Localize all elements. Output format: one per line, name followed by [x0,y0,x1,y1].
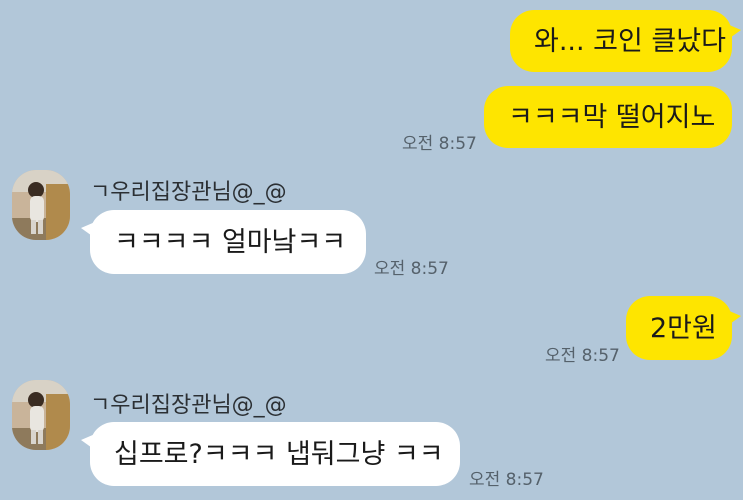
sender-avatar[interactable] [12,380,70,450]
their-message-bubble[interactable]: ㅋㅋㅋㅋ 얼마낰ㅋㅋ [81,210,366,274]
my-message-bubble[interactable]: 와... 코인 클났다 [510,10,741,72]
message-timestamp: 오전 8:57 [402,134,477,154]
profile-photo-icon [12,170,70,240]
profile-photo-icon [12,380,70,450]
sender-name: ㄱ우리집장관님@_@ [90,393,287,418]
message-timestamp: 오전 8:57 [469,470,544,490]
chat-room[interactable]: 와... 코인 클났다 ㅋㅋㅋ막 떨어지노 오전 8:57 ㄱ우리집장관님@_@… [0,0,743,500]
message-timestamp: 오전 8:57 [374,259,449,279]
sender-name: ㄱ우리집장관님@_@ [90,180,287,205]
sender-avatar[interactable] [12,170,70,240]
my-message-bubble[interactable]: 2만원 [626,296,741,360]
message-timestamp: 오전 8:57 [545,346,620,366]
their-message-bubble[interactable]: 십프로?ㅋㅋㅋ 냅둬그냥 ㅋㅋ [81,422,460,486]
my-message-bubble[interactable]: ㅋㅋㅋ막 떨어지노 [484,86,732,148]
